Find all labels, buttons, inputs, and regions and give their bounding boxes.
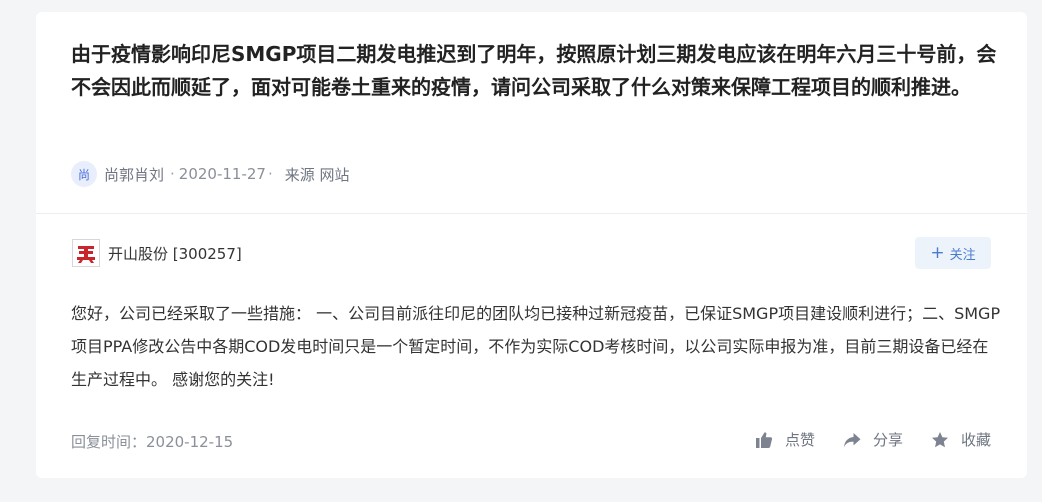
company-name[interactable]: 开山股份 [300257]: [108, 243, 242, 264]
share-arrow-icon: [843, 432, 861, 447]
star-icon: [931, 431, 948, 447]
share-button[interactable]: 分享: [843, 429, 903, 450]
question-meta: 尚 尚郭肖刘 · 2020-11-27 · 来源 网站: [71, 160, 350, 188]
meta-separator: ·: [267, 165, 273, 183]
reply-time: 回复时间：2020-12-15: [71, 433, 234, 451]
source-label: 来源 网站: [284, 165, 350, 184]
company-header: 开山股份 [300257]: [72, 239, 242, 267]
meta-separator: ·: [170, 165, 175, 183]
avatar-icon[interactable]: 尚: [71, 161, 97, 187]
follow-button[interactable]: + 关注: [915, 237, 991, 269]
plus-icon: +: [930, 242, 945, 263]
favorite-button[interactable]: 收藏: [931, 429, 991, 450]
company-logo-icon[interactable]: [72, 239, 100, 267]
question-text: 由于疫情影响印尼SMGP项目二期发电推迟到了明年，按照原计划三期发电应该在明年六…: [71, 42, 997, 99]
author-name[interactable]: 尚郭肖刘: [104, 164, 164, 185]
favorite-label: 收藏: [960, 431, 991, 449]
thumbs-up-icon: [755, 431, 773, 448]
action-bar: 点赞 分享 收藏: [755, 429, 991, 450]
qa-card: 由于疫情影响印尼SMGP项目二期发电推迟到了明年，按照原计划三期发电应该在明年六…: [36, 12, 1027, 478]
like-button[interactable]: 点赞: [755, 429, 815, 450]
follow-label: 关注: [949, 247, 976, 263]
like-label: 点赞: [784, 431, 815, 449]
question-date: 2020-11-27: [178, 165, 266, 183]
answer-text: 您好，公司已经采取了一些措施： 一、公司目前派往印尼的团队均已接种过新冠疫苗，已…: [71, 304, 1001, 389]
divider: [36, 213, 1027, 214]
share-label: 分享: [872, 431, 903, 449]
